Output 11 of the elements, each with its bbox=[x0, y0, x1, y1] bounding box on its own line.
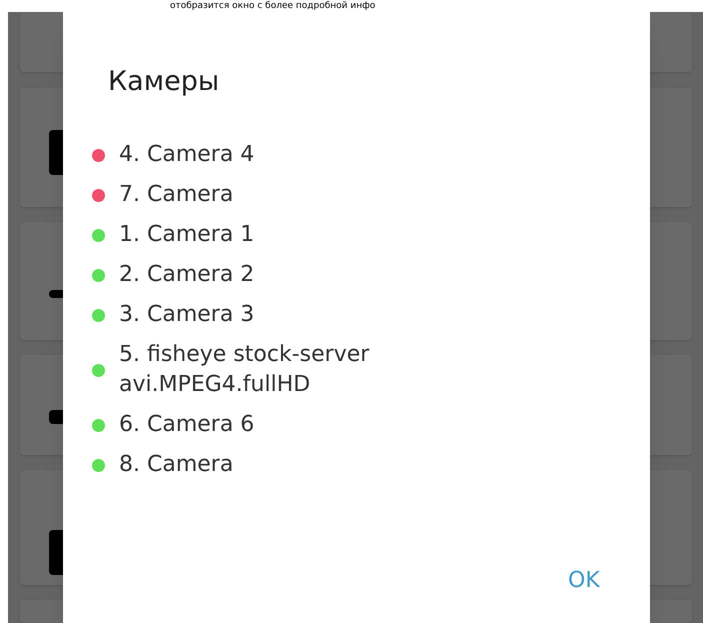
dialog-title: Камеры bbox=[108, 65, 220, 99]
camera-name: 4. Camera 4 bbox=[119, 141, 256, 169]
camera-name: 3. Camera 3 bbox=[119, 301, 256, 329]
camera-name: 1. Camera 1 bbox=[119, 221, 256, 249]
camera-name: 7. Camera bbox=[119, 181, 234, 209]
camera-name: 5. fisheye stock-server avi.MPEG4.fullHD bbox=[119, 341, 370, 399]
camera-name: 2. Camera 2 bbox=[119, 261, 256, 289]
ok-button[interactable]: OK bbox=[560, 560, 608, 601]
camera-name: 6. Camera 6 bbox=[119, 411, 256, 439]
caption-text: отобразится окно с более подробной инфо bbox=[169, 0, 376, 12]
camera-name: 8. Camera bbox=[119, 451, 234, 479]
